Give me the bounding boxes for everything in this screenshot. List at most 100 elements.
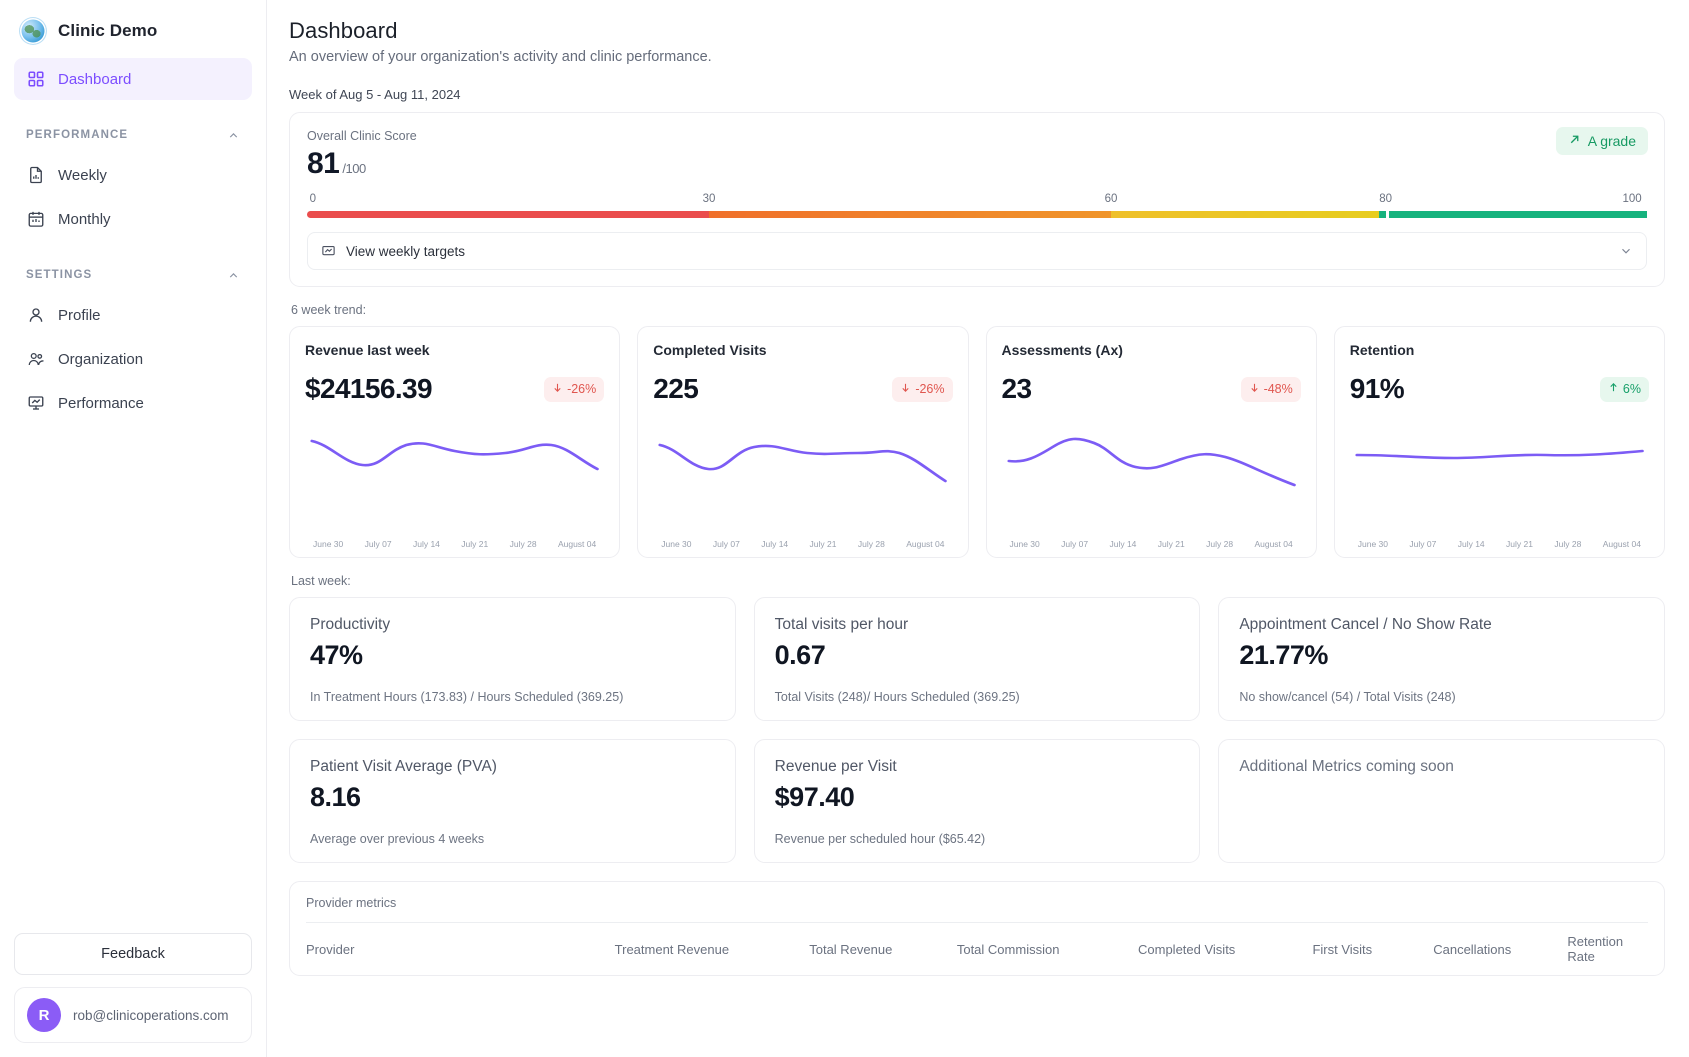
x-tick: June 30	[313, 539, 344, 549]
scale-tick-60: 60	[1104, 193, 1118, 205]
metric-card-pva: Patient Visit Average (PVA) 8.16 Average…	[289, 739, 736, 863]
chevron-up-icon	[227, 129, 240, 142]
arrow-up-icon	[1608, 382, 1619, 396]
sidebar-item-organization[interactable]: Organization	[14, 338, 252, 380]
x-tick: August 04	[1254, 539, 1293, 549]
presentation-chart-icon	[321, 244, 336, 259]
grade-badge[interactable]: A grade	[1555, 127, 1648, 155]
trend-card-title: Revenue last week	[305, 342, 430, 358]
arrow-down-icon	[552, 382, 563, 396]
user-account[interactable]: R rob@clinicoperations.com	[14, 987, 252, 1043]
chevron-down-icon[interactable]	[1619, 244, 1633, 258]
column-header-total-commission[interactable]: Total Commission	[956, 922, 1138, 975]
metric-value: $97.40	[774, 782, 855, 812]
sidebar-item-label: Organization	[58, 350, 144, 368]
column-header-treatment-revenue[interactable]: Treatment Revenue	[614, 922, 810, 975]
score-scale-bar	[307, 209, 1647, 220]
sidebar-item-profile[interactable]: Profile	[14, 294, 252, 336]
sidebar-item-label: Weekly	[58, 166, 107, 184]
trend-delta-badge: 6%	[1599, 376, 1649, 402]
feedback-button[interactable]: Feedback	[14, 933, 252, 975]
brand-name: Clinic Demo	[58, 21, 158, 40]
scale-tick-80: 80	[1379, 193, 1393, 205]
x-tick: July 14	[412, 539, 440, 549]
metric-title: Productivity	[310, 616, 391, 633]
x-tick: July 21	[809, 539, 837, 549]
scale-segment-good	[1111, 211, 1379, 218]
x-tick: July 28	[1206, 539, 1234, 549]
trend-card-retention: Retention 91% 6% June 30 July 07 July 14…	[1333, 326, 1665, 558]
clinic-logo-icon	[20, 18, 46, 44]
trend-card-title: Retention	[1349, 342, 1415, 358]
column-header-provider[interactable]: Provider	[306, 922, 615, 975]
metric-title: Total visits per hour	[774, 616, 909, 633]
column-header-first-visits[interactable]: First Visits	[1312, 922, 1434, 975]
page-title: Dashboard	[289, 18, 398, 43]
provider-metrics-title: Provider metrics	[306, 896, 397, 910]
metric-card-additional-coming-soon: Additional Metrics coming soon	[1218, 739, 1665, 863]
brand[interactable]: Clinic Demo	[14, 0, 252, 58]
metric-title: Additional Metrics coming soon	[1239, 758, 1454, 775]
trend-card-row: 225 -26%	[653, 373, 953, 405]
sidebar-item-weekly[interactable]: Weekly	[14, 154, 252, 196]
sidebar-item-monthly[interactable]: Monthly	[14, 198, 252, 240]
x-tick: July 14	[761, 539, 789, 549]
metric-card-cancel-noshow: Appointment Cancel / No Show Rate 21.77%…	[1218, 597, 1665, 721]
trend-delta-value: -26%	[915, 382, 945, 396]
metric-note: Total Visits (248)/ Hours Scheduled (369…	[774, 690, 1020, 704]
sidebar-group-settings[interactable]: SETTINGS	[14, 256, 252, 294]
avatar: R	[27, 998, 61, 1032]
arrow-up-right-icon	[1568, 133, 1581, 149]
x-tick: July 07	[1409, 539, 1437, 549]
provider-metrics-card: Provider metrics Provider Treatment Reve…	[289, 881, 1665, 976]
metric-title: Appointment Cancel / No Show Rate	[1239, 616, 1492, 633]
trend-card-value: 225	[653, 373, 699, 404]
sidebar-item-label: Profile	[58, 306, 101, 324]
file-chart-icon	[26, 166, 45, 185]
trend-card-value: 91%	[1349, 373, 1405, 404]
sparkline-retention	[1350, 415, 1649, 537]
page-subtitle: An overview of your organization's activ…	[289, 49, 712, 65]
x-tick: June 30	[1009, 539, 1040, 549]
metric-value: 0.67	[774, 640, 826, 670]
presentation-chart-icon	[26, 394, 45, 413]
column-header-cancellations[interactable]: Cancellations	[1433, 922, 1568, 975]
sidebar-item-label: Performance	[58, 394, 144, 412]
x-tick: July 07	[1061, 539, 1089, 549]
trend-card-completed-visits: Completed Visits 225 -26% June 30 July 0…	[637, 326, 969, 558]
users-icon	[26, 350, 45, 369]
main-content: Dashboard An overview of your organizati…	[267, 0, 1689, 1057]
scale-tick-30: 30	[702, 193, 716, 205]
sidebar-item-label: Dashboard	[58, 70, 132, 88]
x-tick: July 21	[1157, 539, 1185, 549]
score-scale-ticks: 0 30 60 80 100	[307, 193, 1647, 210]
trend-delta-badge: -26%	[892, 376, 953, 402]
metric-note: Average over previous 4 weeks	[310, 832, 485, 846]
sidebar-group-performance[interactable]: PERFORMANCE	[14, 116, 252, 154]
sidebar-item-performance[interactable]: Performance	[14, 382, 252, 424]
column-header-total-revenue[interactable]: Total Revenue	[809, 922, 957, 975]
sidebar-item-dashboard[interactable]: Dashboard	[14, 58, 252, 100]
arrow-down-icon	[1249, 382, 1260, 396]
scale-segment-fair	[709, 211, 1111, 218]
x-tick: July 14	[1109, 539, 1137, 549]
sparkline-assessments	[1002, 415, 1301, 537]
metric-card-visits-per-hour: Total visits per hour 0.67 Total Visits …	[753, 597, 1201, 721]
column-header-retention-rate[interactable]: Retention Rate	[1567, 922, 1648, 975]
sparkline-revenue	[305, 415, 604, 537]
sparkline-x-axis: June 30 July 07 July 14 July 21 July 28 …	[1002, 539, 1301, 549]
metric-note: No show/cancel (54) / Total Visits (248)	[1239, 690, 1456, 704]
trend-card-revenue: Revenue last week $24156.39 -26% June 30…	[289, 326, 621, 558]
table-header-row: Provider Treatment Revenue Total Revenue…	[306, 922, 1648, 975]
metric-note: In Treatment Hours (173.83) / Hours Sche…	[310, 690, 624, 704]
score-denominator: /100	[342, 161, 366, 176]
x-tick: June 30	[1357, 539, 1388, 549]
sparkline-x-axis: June 30 July 07 July 14 July 21 July 28 …	[1350, 539, 1649, 549]
view-weekly-targets-row[interactable]: View weekly targets	[307, 232, 1647, 270]
score-marker	[1385, 209, 1389, 220]
calendar-icon	[26, 210, 45, 229]
overall-score-card: Overall Clinic Score 81 /100 A grade 0 3…	[289, 112, 1665, 287]
x-tick: August 04	[1602, 539, 1641, 549]
column-header-completed-visits[interactable]: Completed Visits	[1138, 922, 1313, 975]
sparkline-completed-visits	[653, 415, 952, 537]
